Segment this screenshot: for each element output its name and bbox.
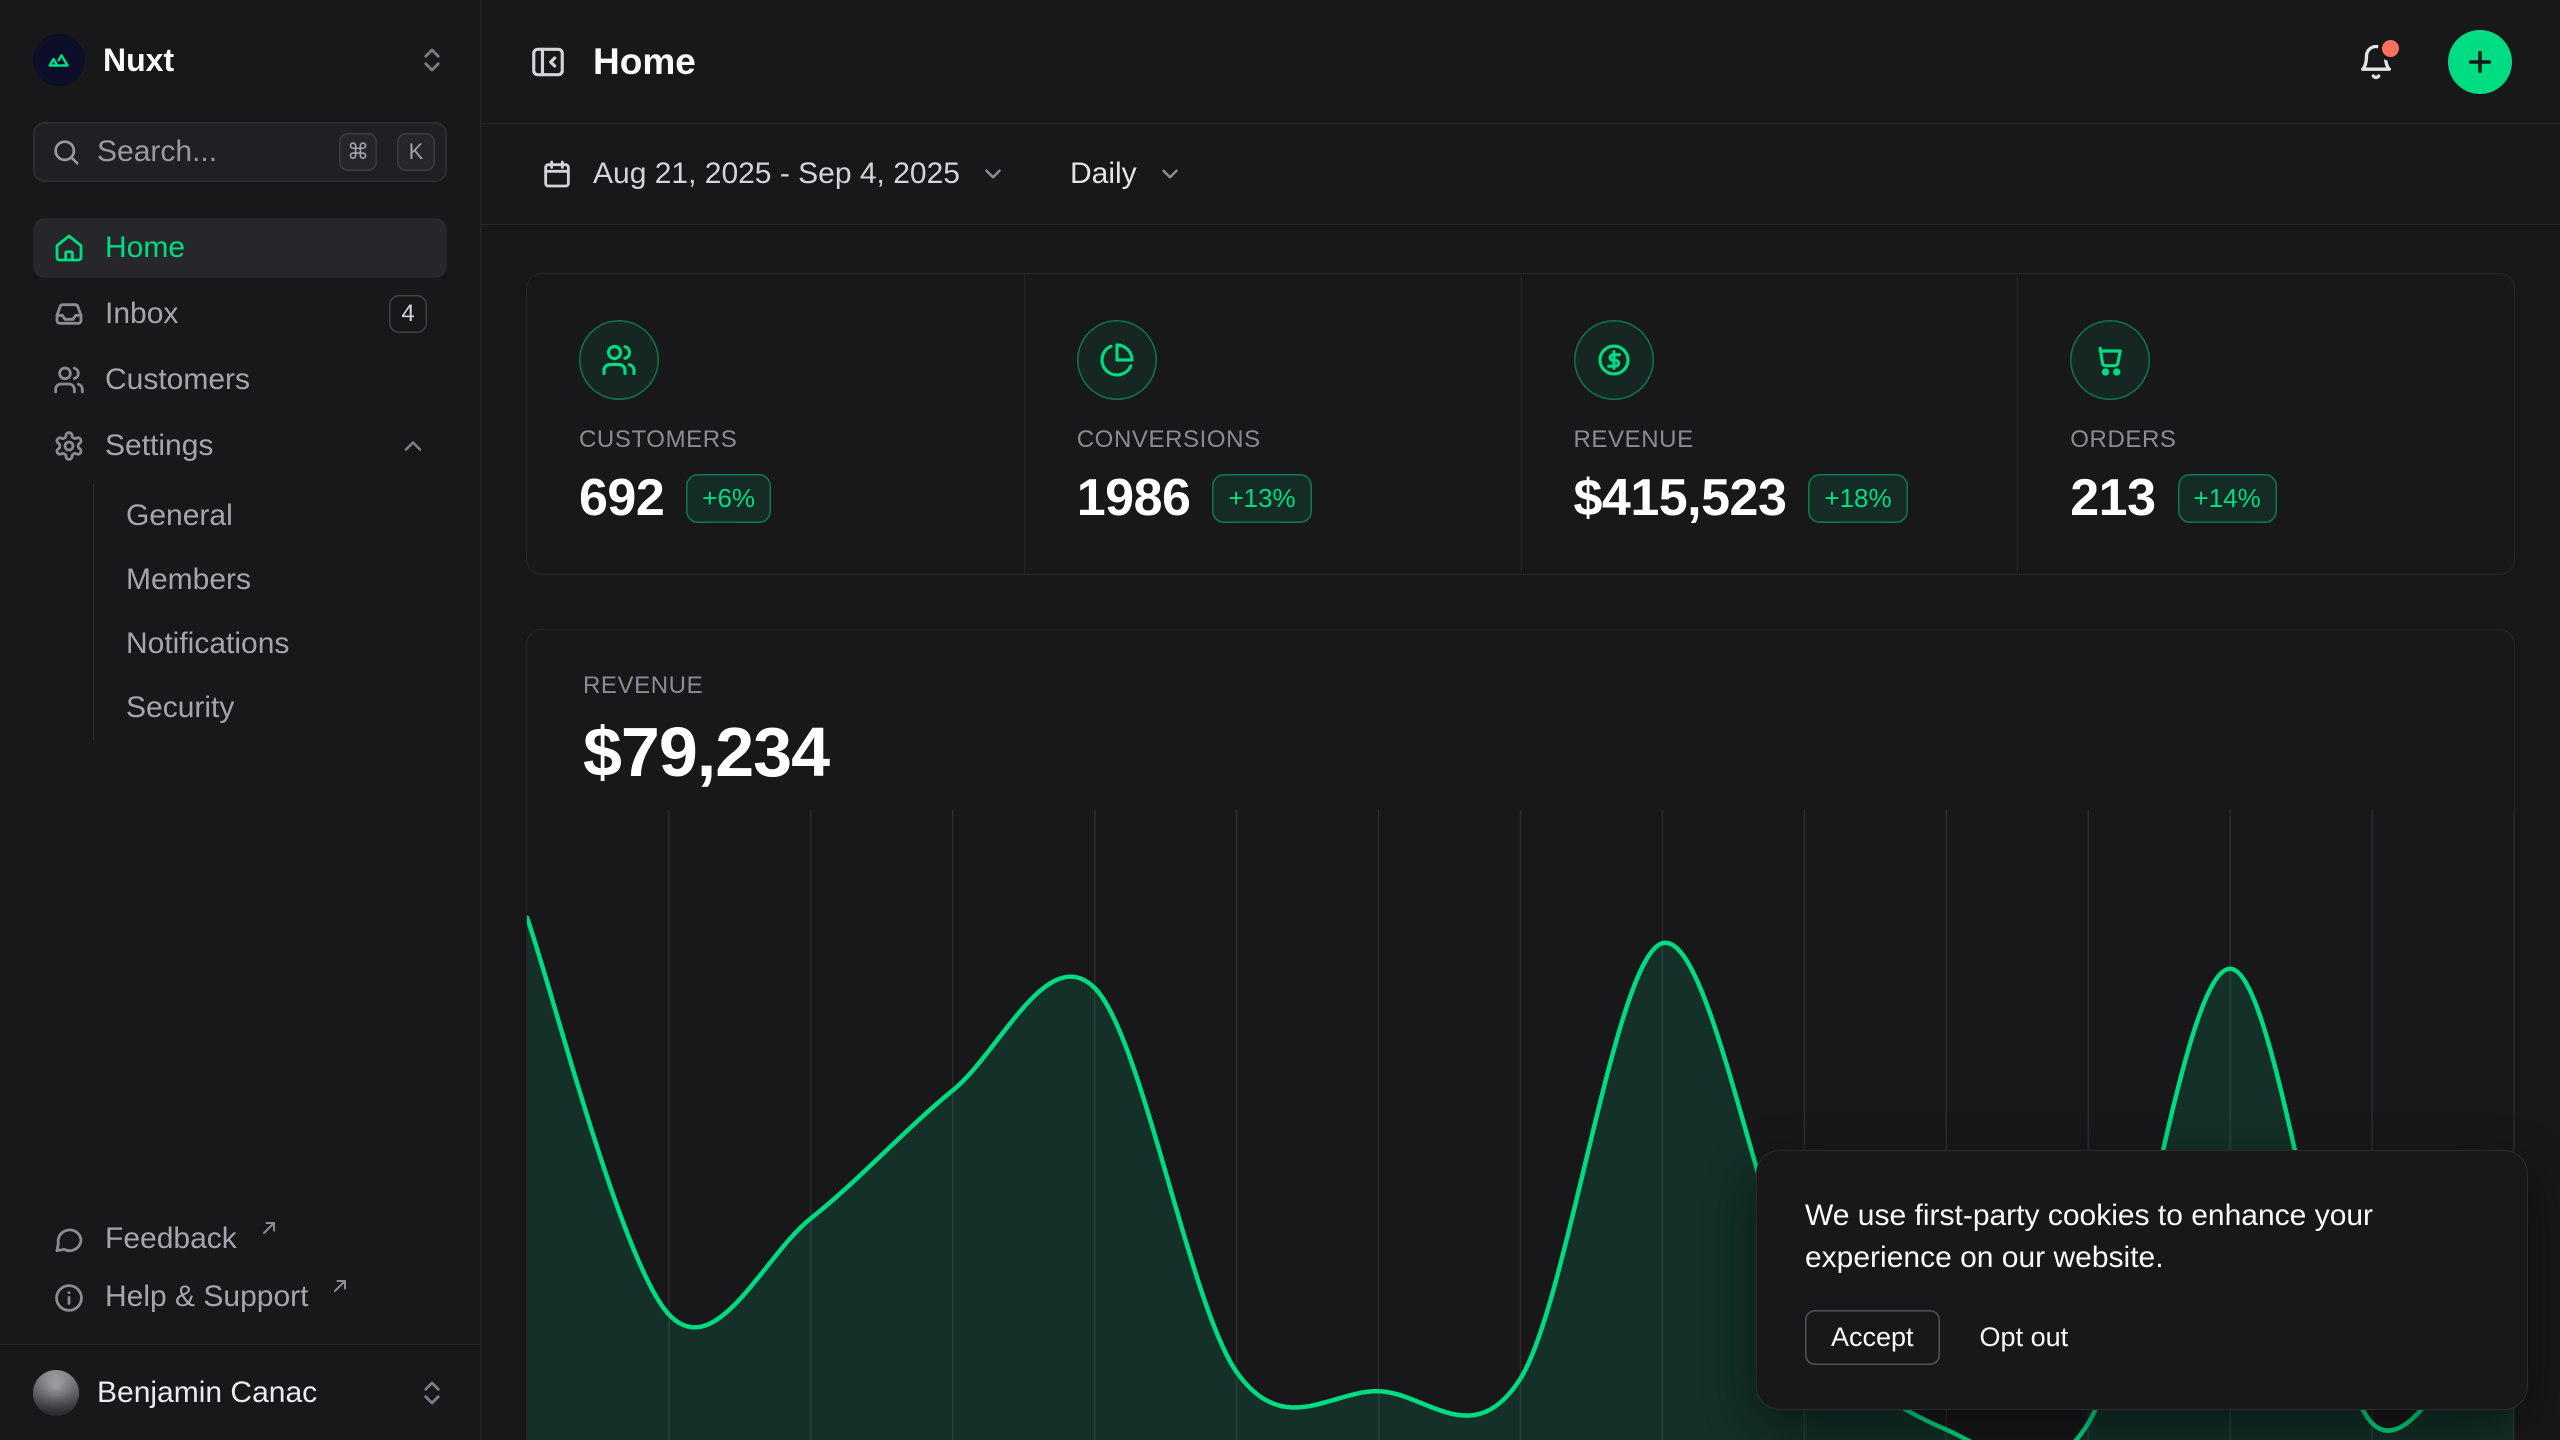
- sidebar-footer: Feedback Help & Support: [0, 1210, 480, 1344]
- collapse-sidebar-button[interactable]: [529, 43, 567, 81]
- help-support-label: Help & Support: [105, 1280, 308, 1314]
- calendar-icon: [541, 158, 573, 190]
- settings-subnav: General Members Notifications Security: [93, 484, 447, 740]
- workspace-switcher[interactable]: Nuxt: [0, 26, 480, 92]
- sidebar-nav: Home Inbox 4 Customers Settings Ge: [33, 218, 447, 740]
- chevron-down-icon: [1157, 161, 1183, 187]
- inbox-count-badge: 4: [389, 295, 427, 333]
- stat-label: ORDERS: [2070, 426, 2462, 454]
- sidebar-item-customers[interactable]: Customers: [33, 350, 447, 410]
- chevrons-up-down-icon: [417, 1378, 447, 1408]
- external-link-icon: [330, 1276, 350, 1296]
- page-header: Home: [481, 0, 2560, 124]
- accept-button[interactable]: Accept: [1805, 1310, 1940, 1365]
- stat-card-conversions: CONVERSIONS 1986 +13%: [1024, 274, 1521, 574]
- cookie-message: We use first-party cookies to enhance yo…: [1805, 1195, 2479, 1280]
- gear-icon: [53, 430, 85, 462]
- chevron-down-icon: [980, 161, 1006, 187]
- sidebar: Nuxt Search... ⌘ K Home Inbox 4: [0, 0, 481, 1440]
- message-circle-icon: [53, 1224, 85, 1256]
- stat-value: 1986: [1077, 468, 1191, 528]
- granularity-value: Daily: [1070, 157, 1137, 191]
- search-placeholder: Search...: [97, 135, 319, 169]
- stat-delta-badge: +18%: [1808, 474, 1907, 523]
- stat-card-customers: CUSTOMERS 692 +6%: [527, 274, 1024, 574]
- stats-grid: CUSTOMERS 692 +6% CONVERSIONS 1986 +13%: [526, 273, 2515, 575]
- info-circle-icon: [53, 1282, 85, 1314]
- revenue-chart-value: $79,234: [583, 712, 2458, 792]
- kbd-cmd: ⌘: [339, 133, 377, 171]
- users-icon: [53, 364, 85, 396]
- help-support-link[interactable]: Help & Support: [33, 1268, 447, 1326]
- granularity-select[interactable]: Daily: [1070, 157, 1183, 191]
- stat-card-orders: ORDERS 213 +14%: [2017, 274, 2514, 574]
- sidebar-item-home[interactable]: Home: [33, 218, 447, 278]
- chart-pie-icon: [1077, 320, 1157, 400]
- opt-out-button[interactable]: Opt out: [1980, 1322, 2069, 1353]
- stat-value: 692: [579, 468, 664, 528]
- search-icon: [51, 137, 81, 167]
- stat-delta-badge: +6%: [686, 474, 771, 523]
- sidebar-item-label: Inbox: [105, 297, 369, 331]
- filters-toolbar: Aug 21, 2025 - Sep 4, 2025 Daily: [481, 124, 2560, 225]
- sidebar-item-settings[interactable]: Settings: [33, 416, 447, 476]
- feedback-label: Feedback: [105, 1222, 237, 1256]
- notification-dot: [2382, 40, 2399, 57]
- shopping-cart-icon: [2070, 320, 2150, 400]
- inbox-icon: [53, 298, 85, 330]
- sidebar-item-label: Customers: [105, 363, 250, 397]
- add-button[interactable]: [2448, 30, 2512, 94]
- cookie-banner: We use first-party cookies to enhance yo…: [1756, 1150, 2528, 1410]
- avatar: [33, 1370, 79, 1416]
- sidebar-item-inbox[interactable]: Inbox 4: [33, 284, 447, 344]
- stat-label: CUSTOMERS: [579, 426, 972, 454]
- user-name: Benjamin Canac: [97, 1376, 399, 1410]
- date-range-picker[interactable]: Aug 21, 2025 - Sep 4, 2025: [541, 157, 1006, 191]
- date-range-value: Aug 21, 2025 - Sep 4, 2025: [593, 157, 960, 191]
- home-icon: [53, 232, 85, 264]
- sidebar-item-security[interactable]: Security: [94, 676, 447, 740]
- external-link-icon: [259, 1218, 279, 1238]
- stat-delta-badge: +13%: [1212, 474, 1311, 523]
- chevron-up-icon: [399, 432, 427, 460]
- sidebar-item-label: Settings: [105, 429, 379, 463]
- stat-label: REVENUE: [1574, 426, 1966, 454]
- notifications-button[interactable]: [2356, 42, 2396, 82]
- plus-icon: [2464, 46, 2496, 78]
- sidebar-item-members[interactable]: Members: [94, 548, 447, 612]
- nuxt-logo-icon: [33, 34, 85, 86]
- stat-value: 213: [2070, 468, 2155, 528]
- sidebar-item-general[interactable]: General: [94, 484, 447, 548]
- kbd-k: K: [397, 133, 435, 171]
- stat-card-revenue: REVENUE $415,523 +18%: [1521, 274, 2018, 574]
- chevrons-up-down-icon[interactable]: [417, 45, 447, 75]
- stat-label: CONVERSIONS: [1077, 426, 1469, 454]
- search-input[interactable]: Search... ⌘ K: [33, 122, 447, 182]
- sidebar-item-label: Home: [105, 231, 185, 265]
- users-icon: [579, 320, 659, 400]
- revenue-chart-label: REVENUE: [583, 672, 2458, 700]
- sidebar-item-notifications[interactable]: Notifications: [94, 612, 447, 676]
- feedback-link[interactable]: Feedback: [33, 1210, 447, 1268]
- stat-value: $415,523: [1574, 468, 1787, 528]
- stat-delta-badge: +14%: [2178, 474, 2277, 523]
- user-menu[interactable]: Benjamin Canac: [0, 1344, 480, 1440]
- page-title: Home: [593, 41, 2330, 83]
- circle-dollar-icon: [1574, 320, 1654, 400]
- workspace-name: Nuxt: [103, 42, 399, 79]
